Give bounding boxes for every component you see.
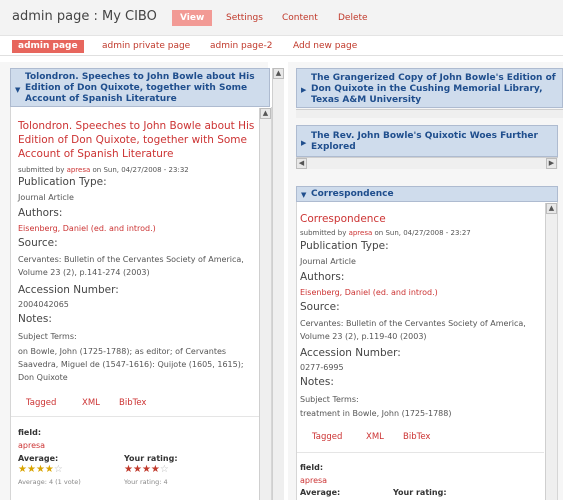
left-subject-terms-value: on Bowle, John (1725-1788); as editor; o… [18,347,244,382]
correspondence-source-value: Cervantes: Bulletin of the Cervantes Soc… [300,319,526,341]
left-divider [11,416,259,417]
arrow-up-icon[interactable]: ▲ [260,108,271,119]
bibtex-link[interactable]: BibTex [403,432,430,442]
arrow-up-icon[interactable]: ▲ [546,203,557,214]
tab-view[interactable]: View [172,10,213,26]
correspondence-subject-terms-value: treatment in Bowle, John (1725-1788) [300,409,452,418]
correspondence-source-label: Source: [300,301,340,313]
arrow-up-icon[interactable]: ▲ [273,68,284,79]
left-your-rating-label: Your rating: [124,454,178,463]
left-panel-header[interactable]: ▼ Tolondron. Speeches to John Bowle abou… [10,68,270,107]
left-node-links: Tagged XML BibTex [0,398,260,412]
correspondence-field-label: field: [300,463,324,472]
correspondence-subject-terms-label: Subject Terms: [300,395,359,404]
correspondence-your-rating-label: Your rating: [393,488,447,497]
left-submitted: submitted by apresa on Sun, 04/27/2008 -… [18,166,189,174]
tagged-link[interactable]: Tagged [312,432,342,442]
star-icon[interactable]: ★ [124,464,133,475]
star-icon: ★ [26,464,36,475]
subtab-divider [0,55,563,56]
correspondence-node-links: Tagged XML BibTex [296,432,541,446]
right-panel-1-header[interactable]: ▶ The Grangerized Copy of John Bowle's E… [296,68,563,108]
left-authors-link[interactable]: Eisenberg, Daniel (ed. and introd.) [18,222,156,235]
right-panel-2-hscroll[interactable]: ◀ ▶ [296,157,558,169]
tab-delete[interactable]: Delete [330,10,376,26]
right-panel-1-title: The Grangerized Copy of John Bowle's Edi… [311,73,556,105]
bibtex-link[interactable]: BibTex [119,398,146,408]
star-empty-icon: ☆ [53,464,63,475]
left-source-label: Source: [18,237,58,249]
left-panel-header-title: Tolondron. Speeches to John Bowle about … [25,72,255,104]
subtab-admin-page-2[interactable]: admin page-2 [204,40,279,53]
correspondence-authors-label: Authors: [300,271,345,283]
left-publication-type-value: Journal Article [18,193,74,202]
correspondence-authors-link[interactable]: Eisenberg, Daniel (ed. and introd.) [300,286,438,299]
submitted-suffix: on Sun, 04/27/2008 - 23:27 [374,229,471,237]
correspondence-notes-label: Notes: [300,376,334,388]
arrow-left-icon[interactable]: ◀ [296,158,307,169]
left-authors-label: Authors: [18,207,63,219]
correspondence-header-title: Correspondence [311,189,394,199]
left-accession-label: Accession Number: [18,284,119,296]
correspondence-publication-type-value: Journal Article [300,257,356,266]
left-notes-label: Notes: [18,313,52,325]
star-icon: ★ [35,464,45,475]
your-rating-stars[interactable]: ★★★★☆ [124,464,169,475]
submitted-prefix: submitted by [300,229,347,237]
subtab-add-new-page[interactable]: Add new page [287,40,363,53]
triangle-right-icon[interactable]: ▶ [301,85,306,96]
triangle-down-icon[interactable]: ▼ [15,85,20,96]
left-panel-outer-scrollbar[interactable]: ▲ [272,68,284,500]
right-panel-1-hscroll[interactable] [296,109,563,118]
correspondence-scrollbar[interactable]: ▲ [545,203,557,500]
xml-link[interactable]: XML [82,398,100,408]
correspondence-node-title[interactable]: Correspondence [300,212,386,226]
correspondence-accession-value: 0277-6995 [300,363,344,372]
right-panel-2-header[interactable]: ▶ The Rev. John Bowle's Quixotic Woes Fu… [296,125,558,157]
average-stars: ★★★★☆ [18,464,63,475]
triangle-down-icon[interactable]: ▼ [301,190,306,201]
left-source-value: Cervantes: Bulletin of the Cervantes Soc… [18,255,244,277]
correspondence-divider [297,452,544,453]
left-subject-terms-label: Subject Terms: [18,332,77,341]
tab-content[interactable]: Content [274,10,326,26]
subtab-admin-private-page[interactable]: admin private page [96,40,196,53]
correspondence-header[interactable]: ▼ Correspondence [296,186,558,202]
star-icon: ★ [18,464,27,475]
xml-link[interactable]: XML [366,432,384,442]
correspondence-publication-type-label: Publication Type: [300,240,389,252]
submitted-prefix: submitted by [18,166,65,174]
left-average-label: Average: [18,454,59,463]
correspondence-field-value[interactable]: apresa [300,474,327,487]
left-publication-type-label: Publication Type: [18,176,107,188]
star-icon[interactable]: ★ [151,464,160,475]
tagged-link[interactable]: Tagged [26,398,56,408]
correspondence-average-label: Average: [300,488,341,497]
left-average-caption: Average: 4 (1 vote) [18,478,81,486]
left-panel-scrollbar[interactable]: ▲ [259,108,271,500]
submitted-suffix: on Sun, 04/27/2008 - 23:32 [92,166,189,174]
subtab-admin-page[interactable]: admin page [12,40,84,53]
tab-settings[interactable]: Settings [218,10,271,26]
right-panel-2-title: The Rev. John Bowle's Quixotic Woes Furt… [311,131,538,152]
star-icon[interactable]: ★ [142,464,151,475]
star-icon[interactable]: ★ [133,464,142,475]
arrow-right-icon[interactable]: ▶ [546,158,557,169]
left-field-label: field: [18,428,42,437]
submitted-user-link[interactable]: apresa [67,166,91,174]
left-your-rating-caption: Your rating: 4 [124,478,168,486]
correspondence-submitted: submitted by apresa on Sun, 04/27/2008 -… [300,229,471,237]
star-empty-icon[interactable]: ☆ [160,464,169,475]
star-icon: ★ [44,464,54,475]
correspondence-accession-label: Accession Number: [300,347,401,359]
left-field-value[interactable]: apresa [18,439,45,452]
left-accession-value: 2004042065 [18,300,69,309]
triangle-right-icon[interactable]: ▶ [301,138,306,149]
left-node-title[interactable]: Tolondron. Speeches to John Bowle about … [18,119,258,161]
submitted-user-link[interactable]: apresa [349,229,373,237]
page-title: admin page : My CIBO [12,9,157,24]
